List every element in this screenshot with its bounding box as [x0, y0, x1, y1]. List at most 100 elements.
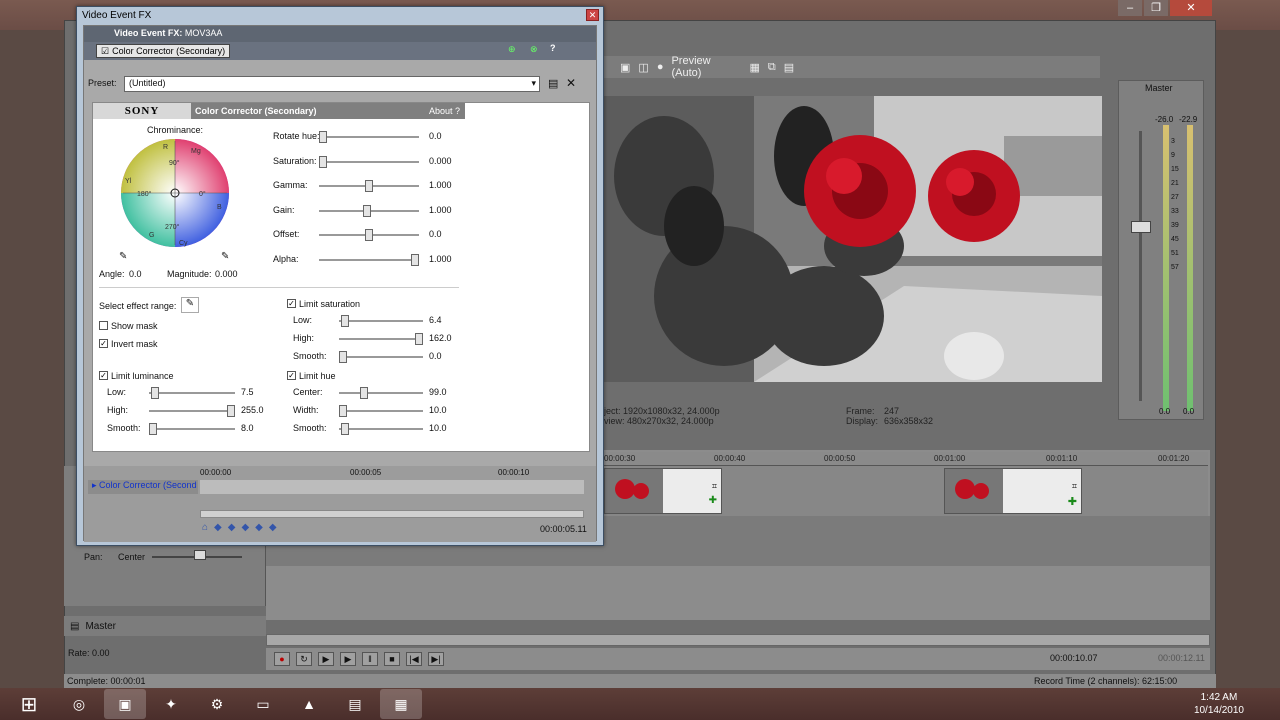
magnitude-value[interactable]: 0.000	[215, 269, 238, 279]
saturation-value-2[interactable]: 0.0	[427, 351, 461, 363]
limit-saturation-checkbox[interactable]: ✓	[287, 299, 296, 308]
param-value-0[interactable]: 0.0	[427, 131, 461, 143]
record-button[interactable]: ●	[274, 652, 290, 666]
limit-hue-checkbox[interactable]: ✓	[287, 371, 296, 380]
saturation-slider-handle-0[interactable]	[341, 315, 349, 327]
clip-fx-icon-2[interactable]: ✚	[1068, 495, 1077, 508]
chrome-icon[interactable]: ◎	[58, 689, 100, 719]
prev-keyframe-icon[interactable]: ◆	[228, 522, 236, 533]
invert-mask-checkbox[interactable]: ✓	[99, 339, 108, 348]
about-help-icon[interactable]: ?	[455, 106, 460, 116]
fx-close-button[interactable]: ✕	[586, 9, 599, 21]
overlay-icon[interactable]: ●	[657, 61, 664, 73]
hue-value-1[interactable]: 10.0	[427, 405, 461, 417]
close-button[interactable]: ✕	[1170, 0, 1212, 16]
clip-fx-icon[interactable]: ✚	[709, 495, 717, 506]
split-icon[interactable]: ◫	[638, 61, 648, 74]
hue-value-2[interactable]: 10.0	[427, 423, 461, 435]
add-keyframe-icon[interactable]: ◆	[255, 522, 263, 533]
fx-ruler[interactable]: 00:00:00 00:00:05 00:00:10	[200, 468, 586, 478]
next-keyframe-icon[interactable]: ◆	[241, 522, 249, 533]
grid-icon[interactable]: ▦	[749, 61, 759, 74]
luminance-slider-0[interactable]	[149, 387, 235, 399]
play-from-start-button[interactable]: ▶	[318, 652, 334, 666]
remove-plugin-icon[interactable]: ⊗	[530, 44, 538, 55]
param-slider-handle-1[interactable]	[319, 155, 327, 168]
fx-keyframe-lane[interactable]	[200, 480, 584, 494]
vegas-taskbar-icon[interactable]: ▣	[104, 689, 146, 719]
param-slider-0[interactable]	[319, 131, 419, 143]
network-icon[interactable]: ▤	[334, 689, 376, 719]
param-value-4[interactable]: 0.0	[427, 229, 461, 241]
param-slider-handle-3[interactable]	[363, 204, 371, 217]
master-fader-handle[interactable]	[1131, 221, 1151, 233]
preview-quality-dropdown[interactable]: Preview (Auto)	[671, 55, 741, 79]
folder-icon[interactable]: ▭	[242, 689, 284, 719]
clip-pan-crop-icon[interactable]: ⌗	[712, 481, 717, 492]
first-keyframe-icon[interactable]: ◆	[214, 522, 222, 533]
select-range-eyedropper-icon[interactable]: ✎	[181, 297, 199, 313]
param-value-3[interactable]: 1.000	[427, 204, 461, 217]
steam-icon[interactable]: ⚙	[196, 689, 238, 719]
sync-cursor-icon[interactable]: ⌂	[202, 522, 208, 533]
copy-snapshot-icon[interactable]: ⧉	[768, 61, 776, 74]
go-to-start-button[interactable]: |◀	[406, 652, 422, 666]
luminance-slider-handle-0[interactable]	[151, 387, 159, 399]
pan-slider-handle[interactable]	[194, 550, 206, 560]
luminance-value-2[interactable]: 8.0	[239, 423, 273, 435]
timeline-ruler[interactable]: 00:00:30 00:00:40 00:00:50 00:01:00 00:0…	[596, 452, 1208, 466]
fx-track-label[interactable]: ▸ Color Corrector (Second	[88, 480, 198, 494]
param-slider-handle-5[interactable]	[411, 253, 419, 266]
video-clip-2[interactable]: ⌗ ✚	[944, 468, 1082, 514]
luminance-value-1[interactable]: 255.0	[239, 405, 273, 417]
eyedropper-right-icon[interactable]: ✎	[221, 251, 229, 262]
chrominance-wheel[interactable]: R Mg 90° Yl 180° 0° B G Cy 270°	[119, 137, 231, 249]
luminance-value-0[interactable]: 7.5	[239, 387, 273, 399]
hue-slider-handle-1[interactable]	[339, 405, 347, 417]
vlc-icon[interactable]: ▲	[288, 689, 330, 719]
saturation-slider-2[interactable]	[339, 351, 423, 363]
monitor-icon[interactable]: ▣	[620, 61, 630, 74]
hue-slider-0[interactable]	[339, 387, 423, 399]
hue-slider-handle-0[interactable]	[360, 387, 368, 399]
stop-button[interactable]: ■	[384, 652, 400, 666]
param-value-1[interactable]: 0.000	[427, 155, 461, 168]
show-mask-checkbox[interactable]	[99, 321, 108, 330]
help-icon[interactable]: ?	[550, 43, 556, 53]
pause-button[interactable]: ‖	[362, 652, 378, 666]
loop-button[interactable]: ↻	[296, 652, 312, 666]
fx-timeline-scrollbar[interactable]	[200, 510, 584, 518]
param-slider-4[interactable]	[319, 229, 419, 241]
play-button[interactable]: ▶	[340, 652, 356, 666]
limit-luminance-checkbox[interactable]: ✓	[99, 371, 108, 380]
go-to-end-button[interactable]: ▶|	[428, 652, 444, 666]
taskbar-clock[interactable]: 1:42 AM 10/14/2010	[1194, 691, 1244, 717]
param-slider-1[interactable]	[319, 155, 419, 168]
fx-enable-checkbox[interactable]: ☑	[101, 46, 109, 57]
luminance-slider-handle-2[interactable]	[149, 423, 157, 435]
restore-button[interactable]: ❐	[1144, 0, 1168, 16]
last-keyframe-icon[interactable]: ◆	[269, 522, 277, 533]
param-slider-handle-4[interactable]	[365, 229, 373, 241]
fx-chain-tab[interactable]: ☑ Color Corrector (Secondary)	[96, 44, 231, 58]
saturation-slider-1[interactable]	[339, 333, 423, 345]
video-clip[interactable]: ⌗ ✚	[604, 468, 722, 514]
saturation-value-0[interactable]: 6.4	[427, 315, 461, 327]
save-snapshot-icon[interactable]: ▤	[784, 61, 794, 74]
hue-slider-1[interactable]	[339, 405, 423, 417]
minimize-button[interactable]: –	[1118, 0, 1142, 16]
param-slider-handle-0[interactable]	[319, 131, 327, 143]
param-slider-3[interactable]	[319, 204, 419, 217]
saturation-slider-0[interactable]	[339, 315, 423, 327]
clip-pan-crop-icon-2[interactable]: ⌗	[1072, 481, 1077, 492]
timeline-scrollbar[interactable]	[266, 634, 1210, 646]
luminance-slider-handle-1[interactable]	[227, 405, 235, 417]
video-app-icon[interactable]: ▦	[380, 689, 422, 719]
hue-slider-handle-2[interactable]	[341, 423, 349, 435]
saturation-slider-handle-1[interactable]	[415, 333, 423, 345]
luminance-slider-2[interactable]	[149, 423, 235, 435]
app-icon[interactable]: ✦	[150, 689, 192, 719]
param-slider-2[interactable]	[319, 180, 419, 192]
param-slider-handle-2[interactable]	[365, 180, 373, 192]
saturation-slider-handle-2[interactable]	[339, 351, 347, 363]
